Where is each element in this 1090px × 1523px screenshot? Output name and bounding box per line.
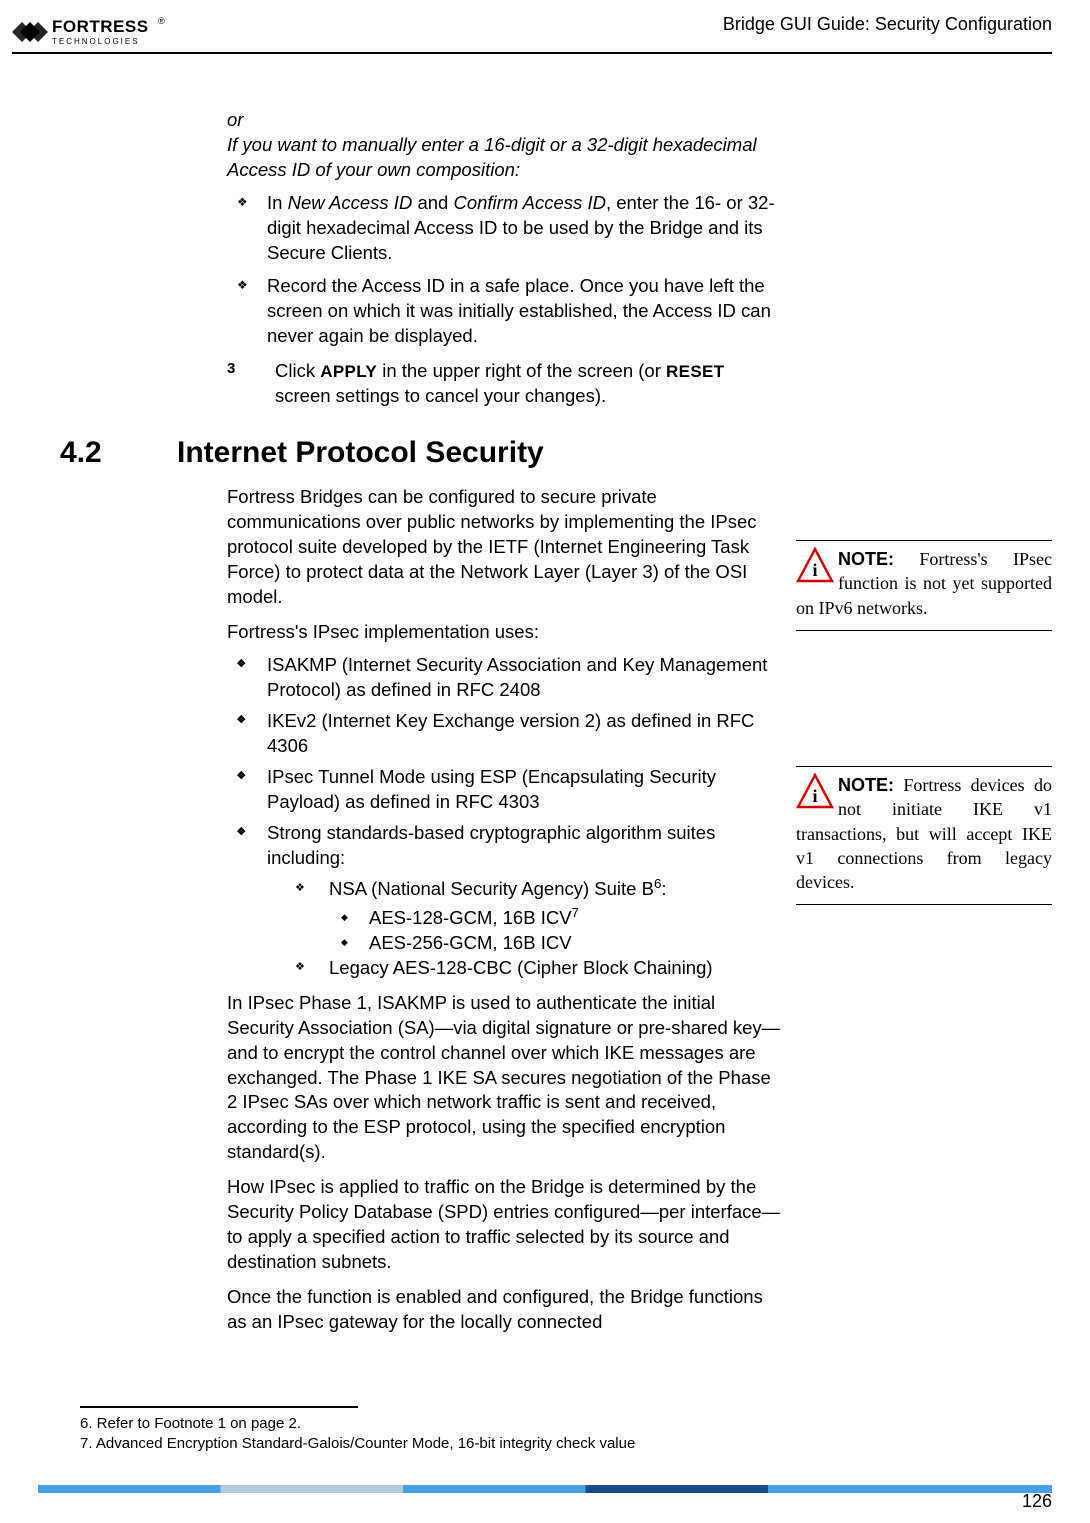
phase1-para: In IPsec Phase 1, ISAKMP is used to auth…: [227, 991, 783, 1166]
impl-uses-para: Fortress's IPsec implementation uses:: [227, 620, 783, 645]
li-ikev2: IKEv2 (Internet Key Exchange version 2) …: [227, 709, 783, 759]
note-ipv6-text: Fortress's IPsec function is not yet sup…: [796, 549, 1052, 618]
svg-text:i: i: [812, 786, 817, 806]
svg-text:®: ®: [158, 16, 165, 26]
svg-text:i: i: [812, 560, 817, 580]
spd-para: How IPsec is applied to traffic on the B…: [227, 1175, 783, 1275]
note-label: NOTE:: [838, 775, 894, 795]
section-title: Internet Protocol Security: [177, 433, 1090, 474]
footer-bar: [38, 1485, 1052, 1493]
note-label: NOTE:: [838, 549, 894, 569]
section-intro-para: Fortress Bridges can be configured to se…: [227, 485, 783, 610]
li-isakmp: ISAKMP (Internet Security Association an…: [227, 653, 783, 703]
bullet-new-accessid: In New Access ID and Confirm Access ID, …: [227, 191, 783, 266]
step-3: 3Click APPLY in the upper right of the s…: [227, 359, 783, 409]
footnote-rule: [80, 1406, 358, 1408]
alt-label: or: [227, 108, 783, 133]
li-aes128gcm: AES-128-GCM, 16B ICV7: [329, 906, 783, 931]
logo: FORTRESS ® TECHNOLOGIES: [10, 12, 200, 52]
header-title: Bridge GUI Guide: Security Configuration: [723, 12, 1052, 36]
page-number: 126: [1022, 1489, 1052, 1513]
li-crypto-suites: Strong standards-based cryptographic alg…: [227, 821, 783, 981]
warning-icon: i: [796, 547, 834, 583]
li-tunnel-esp: IPsec Tunnel Mode using ESP (Encapsulati…: [227, 765, 783, 815]
footnote-6: 6. Refer to Footnote 1 on page 2.: [80, 1414, 800, 1434]
bullet-record-accessid: Record the Access ID in a safe place. On…: [227, 274, 783, 349]
warning-icon: i: [796, 773, 834, 809]
header-rule: [12, 52, 1052, 54]
li-aes256gcm: AES-256-GCM, 16B ICV: [329, 931, 783, 956]
footnote-7: 7. Advanced Encryption Standard-Galois/C…: [80, 1434, 800, 1454]
note-ikev1: i NOTE: Fortress devices do not initiate…: [796, 766, 1052, 905]
note-ipv6: i NOTE: Fortress's IPsec function is not…: [796, 540, 1052, 631]
gateway-para: Once the function is enabled and configu…: [227, 1285, 783, 1335]
manual-entry-prompt: If you want to manually enter a 16-digit…: [227, 133, 783, 183]
svg-text:TECHNOLOGIES: TECHNOLOGIES: [52, 37, 140, 46]
li-suite-b: NSA (National Security Agency) Suite B6:…: [291, 877, 783, 956]
li-legacy-cbc: Legacy AES-128-CBC (Cipher Block Chainin…: [291, 956, 783, 981]
footnotes: 6. Refer to Footnote 1 on page 2. 7. Adv…: [80, 1406, 800, 1454]
logo-brand-text: FORTRESS: [52, 17, 149, 36]
note-ikev1-text: Fortress devices do not initiate IKE v1 …: [796, 775, 1052, 892]
section-number: 4.2: [60, 433, 102, 474]
